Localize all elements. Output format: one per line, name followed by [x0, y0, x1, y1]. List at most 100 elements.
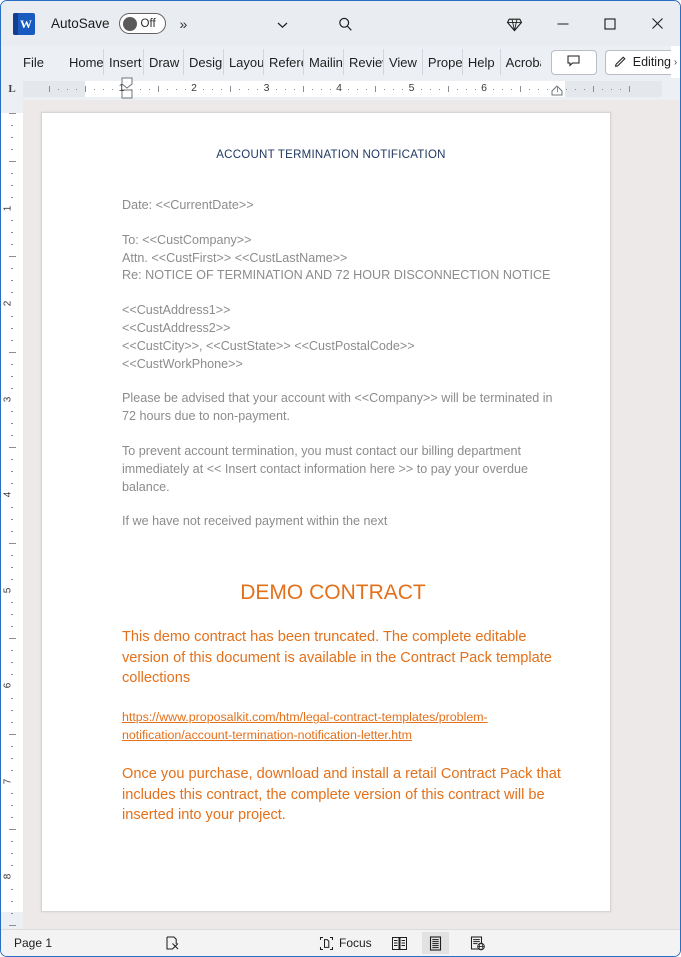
ruler-tick: [166, 89, 168, 90]
tab-view[interactable]: View: [384, 49, 423, 75]
vertical-ruler-tick: [9, 924, 16, 926]
ruler-tick: [565, 89, 567, 90]
vertical-ruler-tick: [11, 184, 13, 186]
vertical-ruler-tick: [9, 160, 16, 162]
document-canvas[interactable]: ACCOUNT TERMINATION NOTIFICATION Date: <…: [23, 100, 680, 929]
focus-button[interactable]: Focus: [314, 932, 377, 954]
ruler-tick: [357, 89, 359, 90]
ruler-tick: [302, 86, 304, 92]
vertical-ruler-tick: [11, 268, 13, 270]
tab-help[interactable]: Help: [463, 49, 501, 75]
ruler-tick: [275, 89, 277, 90]
search-icon[interactable]: [330, 9, 360, 39]
ruler-number: 6: [481, 82, 487, 94]
ruler-tick: [393, 89, 395, 90]
vertical-ruler-number: 2: [2, 300, 14, 307]
tab-acrobat[interactable]: Acrobat: [501, 49, 541, 75]
vertical-ruler-tick: [9, 256, 16, 258]
ruler-number: 3: [263, 82, 270, 94]
vertical-ruler-tick: [11, 805, 13, 807]
vertical-ruler-tick: [11, 578, 13, 580]
ruler-tick: [348, 89, 350, 90]
vertical-ruler-tick: [11, 244, 13, 246]
proofing-errors-icon[interactable]: [159, 932, 186, 954]
vertical-ruler-number: 4: [2, 491, 14, 498]
vertical-ruler-tick: [11, 841, 13, 843]
ruler-tick: [58, 89, 60, 90]
autosave-toggle[interactable]: Off: [118, 13, 166, 34]
ruler-tick: [493, 89, 495, 90]
tab-references[interactable]: References: [264, 49, 304, 75]
vertical-ruler-tick: [11, 220, 13, 222]
document-page[interactable]: ACCOUNT TERMINATION NOTIFICATION Date: <…: [41, 112, 611, 912]
ruler-tick: [511, 89, 513, 90]
vertical-ruler-tick: [11, 387, 13, 389]
paragraph-if-not-received: If we have not received payment within t…: [122, 514, 388, 529]
ruler-tick: [284, 89, 286, 90]
title-bar: W AutoSave Off »: [1, 1, 680, 46]
document-title: ACCOUNT TERMINATION NOTIFICATION: [216, 149, 446, 161]
editing-mode-button[interactable]: Editing: [604, 49, 674, 75]
vertical-ruler-tick: [11, 817, 13, 819]
ribbon-overflow-chevron-icon[interactable]: ›: [671, 46, 680, 78]
tab-design[interactable]: Design: [184, 49, 224, 75]
tab-file[interactable]: File: [23, 49, 44, 75]
vertical-ruler-tick: [11, 793, 13, 795]
web-layout-icon[interactable]: [464, 932, 491, 954]
ruler-tick: [583, 89, 585, 90]
vertical-ruler-number: 6: [2, 682, 14, 689]
tab-properties[interactable]: Properties: [423, 49, 463, 75]
read-mode-icon[interactable]: [386, 932, 413, 954]
tab-draw[interactable]: Draw: [144, 49, 184, 75]
vertical-ruler-tick: [11, 697, 13, 699]
editing-mode-label: Editing: [632, 55, 671, 69]
print-layout-icon[interactable]: [422, 932, 449, 954]
diamond-icon[interactable]: [499, 9, 529, 39]
page-content[interactable]: ACCOUNT TERMINATION NOTIFICATION Date: <…: [42, 113, 610, 826]
tab-home[interactable]: Home: [64, 49, 104, 75]
comments-button[interactable]: [550, 49, 597, 75]
more-quick-access-button[interactable]: »: [180, 16, 188, 32]
ruler-tick: [574, 89, 576, 90]
page-number-label[interactable]: Page 1: [14, 936, 52, 950]
ruler-tick: [465, 89, 467, 90]
vertical-ruler-tick: [9, 829, 16, 831]
demo-truncated-notice: This demo contract has been truncated. T…: [122, 629, 552, 686]
pencil-icon: [613, 53, 628, 71]
tab-mailings[interactable]: Mailings: [304, 49, 344, 75]
paragraph-to: To: <<CustCompany>>: [122, 232, 252, 247]
vertical-ruler[interactable]: 1 2 3 4 5 6 7 8: [1, 100, 23, 929]
ruler-tick: [293, 89, 295, 90]
ruler-tick: [556, 86, 558, 92]
horizontal-ruler[interactable]: L 1 2 3 4 5 6: [1, 77, 680, 100]
minimize-icon[interactable]: [540, 1, 586, 46]
demo-contract-heading: DEMO CONTRACT: [240, 581, 426, 605]
vertical-ruler-tick: [11, 865, 13, 867]
ruler-tick: [402, 89, 404, 90]
ruler-tick: [619, 89, 621, 90]
close-icon[interactable]: [634, 1, 680, 46]
focus-label: Focus: [339, 936, 372, 950]
vertical-ruler-tick: [11, 554, 13, 556]
ruler-tick: [221, 89, 223, 90]
tab-layout[interactable]: Layout: [224, 49, 264, 75]
ruler-tick: [130, 89, 132, 90]
vertical-ruler-tick: [11, 196, 13, 198]
ruler-tick: [248, 89, 250, 90]
maximize-icon[interactable]: [587, 1, 633, 46]
document-area: 1 2 3 4 5 6 7 8 ACCOUNT TERMINATION NOTIFICATIO…: [1, 100, 680, 929]
ruler-tick: [85, 86, 87, 92]
vertical-ruler-tick: [11, 518, 13, 520]
horizontal-ruler-track[interactable]: 1 2 3 4 5 6: [23, 77, 662, 99]
ruler-tick: [184, 89, 186, 90]
tab-insert[interactable]: Insert: [104, 49, 144, 75]
vertical-ruler-tick: [9, 638, 16, 640]
chevron-down-icon[interactable]: [267, 9, 297, 39]
tab-stop-selector[interactable]: L: [1, 83, 23, 95]
demo-contract-link[interactable]: https://www.proposalkit.com/htm/legal-co…: [122, 708, 540, 744]
ruler-tick: [375, 86, 377, 92]
ribbon-tab-strip: File Home Insert Draw Design Layout Refe…: [1, 46, 680, 78]
vertical-ruler-tick: [9, 447, 16, 449]
paragraph-re: Re: NOTICE OF TERMINATION AND 72 HOUR DI…: [122, 268, 551, 283]
tab-review[interactable]: Review: [344, 49, 384, 75]
